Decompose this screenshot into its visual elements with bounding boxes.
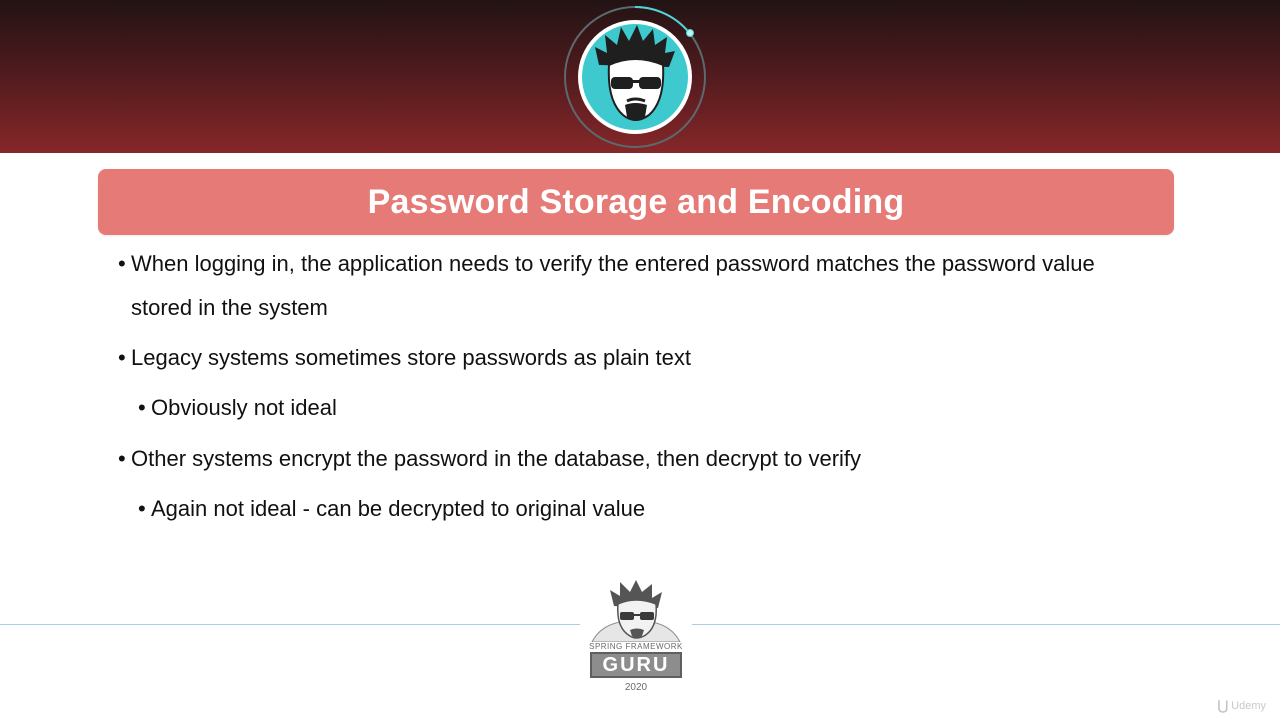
sub-bullet-item: • Again not ideal - can be decrypted to … [138, 487, 1111, 531]
bullet-dot: • [118, 446, 126, 471]
logo-caption: SPRING FRAMEWORK [589, 642, 683, 651]
guru-mascot-icon [591, 580, 681, 642]
bullet-item: • When logging in, the application needs… [118, 242, 1131, 330]
bullet-text: Again not ideal - can be decrypted to or… [151, 496, 646, 521]
bullet-dot: • [118, 345, 126, 370]
bullet-text: Legacy systems sometimes store passwords… [131, 345, 692, 370]
udemy-logo-icon: ⋃ [1217, 698, 1229, 713]
logo-wordmark: GURU [590, 652, 682, 678]
bullet-text: Obviously not ideal [151, 395, 337, 420]
sub-bullet-item: • Obviously not ideal [138, 386, 1111, 430]
footer-logo: SPRING FRAMEWORK GURU 2020 [580, 576, 692, 700]
bullet-list: • When logging in, the application needs… [0, 0, 1280, 560]
bullet-text: Other systems encrypt the password in th… [131, 446, 862, 471]
watermark-text: Udemy [1231, 700, 1266, 712]
bullet-dot: • [118, 251, 126, 276]
bullet-dot: • [138, 395, 146, 420]
bullet-text: When logging in, the application needs t… [131, 251, 1095, 320]
bullet-dot: • [138, 496, 146, 521]
bullet-item: • Other systems encrypt the password in … [118, 437, 1131, 481]
bullet-item: • Legacy systems sometimes store passwor… [118, 336, 1131, 380]
footer-divider-left [0, 624, 580, 625]
udemy-watermark: ⋃ Udemy [1217, 698, 1266, 714]
footer-divider-right [692, 624, 1280, 625]
logo-year: 2020 [624, 682, 648, 693]
